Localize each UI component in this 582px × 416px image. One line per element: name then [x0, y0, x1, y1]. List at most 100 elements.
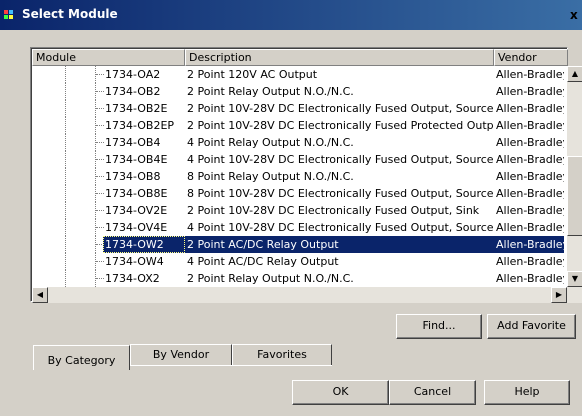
table-row[interactable]: 1734-OB2EP 2 Point 10V-28V DC Electronica…	[32, 117, 564, 134]
vendor-cell: Allen-Bradley	[496, 204, 564, 217]
tree-line	[65, 66, 66, 83]
vendor-cell: Allen-Bradley	[496, 102, 564, 115]
scroll-up-icon[interactable]: ▲	[567, 66, 582, 82]
tab-by-category[interactable]: By Category	[33, 345, 130, 370]
help-button[interactable]: Help	[484, 380, 570, 405]
title-bar: Select Module x	[0, 0, 582, 30]
tree-line	[96, 210, 104, 211]
vendor-cell: Allen-Bradley	[496, 255, 564, 268]
module-cell: 1734-OB2E	[105, 102, 168, 115]
module-cell: 1734-OX2	[105, 272, 160, 285]
tree-line	[96, 193, 104, 194]
tree-line	[96, 278, 104, 279]
description-cell: 4 Point Relay Output N.O./N.C.	[187, 136, 354, 149]
tab-divider	[130, 365, 332, 366]
description-cell: 4 Point AC/DC Relay Output	[187, 255, 339, 268]
column-header-description[interactable]: Description	[185, 49, 494, 66]
horizontal-scrollbar[interactable]: ◀ ▶	[32, 287, 582, 303]
window-title: Select Module	[22, 7, 118, 21]
tree-line	[65, 168, 66, 185]
find-button[interactable]: Find...	[396, 314, 482, 339]
module-cell: 1734-OW4	[105, 255, 164, 268]
table-row[interactable]: 1734-OW4 4 Point AC/DC Relay Output Allen-…	[32, 253, 564, 270]
cancel-button[interactable]: Cancel	[389, 380, 476, 405]
description-cell: 2 Point Relay Output N.O./N.C.	[187, 272, 354, 285]
table-row[interactable]: 1734-OA2 2 Point 120V AC Output Allen-Brad…	[32, 66, 564, 83]
vendor-cell: Allen-Bradley	[496, 119, 564, 132]
tree-line	[96, 108, 104, 109]
description-cell: 4 Point 10V-28V DC Electronically Fused …	[187, 153, 493, 166]
description-cell: 8 Point Relay Output N.O./N.C.	[187, 170, 354, 183]
tree-line	[96, 261, 104, 262]
tree-line	[65, 134, 66, 151]
tree-line	[65, 270, 66, 287]
tree-line	[96, 176, 104, 177]
tab-by-vendor[interactable]: By Vendor	[130, 344, 232, 366]
module-list[interactable]: Module Description Vendor 1734-OA2 2 Poin…	[30, 47, 582, 303]
scroll-right-icon[interactable]: ▶	[551, 287, 567, 303]
tree-line	[96, 142, 104, 143]
module-cell: 1734-OB4	[105, 136, 161, 149]
module-cell: 1734-OB8E	[105, 187, 168, 200]
vendor-cell: Allen-Bradley	[496, 272, 564, 285]
description-cell: 2 Point Relay Output N.O./N.C.	[187, 85, 354, 98]
add-favorite-button[interactable]: Add Favorite	[487, 314, 576, 339]
module-cell: 1734-OB2	[105, 85, 161, 98]
description-cell: 2 Point AC/DC Relay Output	[187, 238, 339, 251]
module-cell: 1734-OV4E	[105, 221, 168, 234]
table-row[interactable]: 1734-OB8E 8 Point 10V-28V DC Electronical…	[32, 185, 564, 202]
ok-button[interactable]: OK	[292, 380, 389, 405]
module-cell: 1734-OV2E	[105, 204, 168, 217]
close-icon[interactable]: x	[570, 7, 582, 23]
tree-line	[65, 83, 66, 100]
list-rows: 1734-OA2 2 Point 120V AC Output Allen-Brad…	[32, 66, 564, 287]
vendor-cell: Allen-Bradley	[496, 153, 564, 166]
table-row[interactable]: 1734-OV4E 4 Point 10V-28V DC Electronical…	[32, 219, 564, 236]
column-header-vendor[interactable]: Vendor	[494, 49, 568, 66]
vendor-cell: Allen-Bradley	[496, 170, 564, 183]
vendor-cell: Allen-Bradley	[496, 85, 564, 98]
table-row[interactable]: 1734-OV2E 2 Point 10V-28V DC Electronical…	[32, 202, 564, 219]
vendor-cell: Allen-Bradley	[496, 187, 564, 200]
table-row[interactable]: 1734-OB2 2 Point Relay Output N.O./N.C. Al…	[32, 83, 564, 100]
tab-favorites[interactable]: Favorites	[232, 344, 332, 366]
table-row[interactable]: 1734-OB2E 2 Point 10V-28V DC Electronical…	[32, 100, 564, 117]
vendor-cell: Allen-Bradley	[496, 136, 564, 149]
module-cell: 1734-OB8	[105, 170, 161, 183]
description-cell: 4 Point 10V-28V DC Electronically Fused …	[187, 221, 493, 234]
tree-line	[65, 202, 66, 219]
table-row[interactable]: 1734-OB8 8 Point Relay Output N.O./N.C. Al…	[32, 168, 564, 185]
module-cell: 1734-OA2	[105, 68, 161, 81]
vendor-cell: Allen-Bradley	[496, 68, 564, 81]
tree-line	[65, 151, 66, 168]
tree-line	[96, 91, 104, 92]
description-cell: 2 Point 10V-28V DC Electronically Fused …	[187, 119, 493, 132]
list-header: Module Description Vendor	[32, 49, 568, 66]
module-cell: 1734-OW2	[103, 236, 185, 253]
description-cell: 2 Point 10V-28V DC Electronically Fused …	[187, 204, 480, 217]
description-cell: 2 Point 10V-28V DC Electronically Fused …	[187, 102, 493, 115]
column-header-module[interactable]: Module	[32, 49, 185, 66]
module-app-icon	[4, 10, 18, 22]
scroll-thumb[interactable]	[567, 156, 582, 236]
tree-line	[96, 74, 104, 75]
vendor-cell: Allen-Bradley	[496, 221, 564, 234]
scroll-down-icon[interactable]: ▼	[567, 271, 582, 287]
tree-line	[96, 159, 104, 160]
vertical-scrollbar[interactable]: ▲ ▼	[567, 66, 582, 287]
tree-line	[65, 253, 66, 270]
tree-line	[65, 100, 66, 117]
description-cell: 8 Point 10V-28V DC Electronically Fused …	[187, 187, 493, 200]
table-row[interactable]: 1734-OX2 2 Point Relay Output N.O./N.C. Al…	[32, 270, 564, 287]
tree-line	[65, 185, 66, 202]
tree-line	[65, 219, 66, 236]
table-row[interactable]: 1734-OW2 2 Point AC/DC Relay Output Allen-…	[32, 236, 564, 253]
tree-line	[65, 117, 66, 134]
vendor-cell: Allen-Bradley	[496, 238, 564, 251]
module-cell: 1734-OB4E	[105, 153, 168, 166]
table-row[interactable]: 1734-OB4 4 Point Relay Output N.O./N.C. Al…	[32, 134, 564, 151]
scroll-left-icon[interactable]: ◀	[32, 287, 48, 303]
description-cell: 2 Point 120V AC Output	[187, 68, 318, 81]
module-cell: 1734-OB2EP	[105, 119, 175, 132]
table-row[interactable]: 1734-OB4E 4 Point 10V-28V DC Electronical…	[32, 151, 564, 168]
